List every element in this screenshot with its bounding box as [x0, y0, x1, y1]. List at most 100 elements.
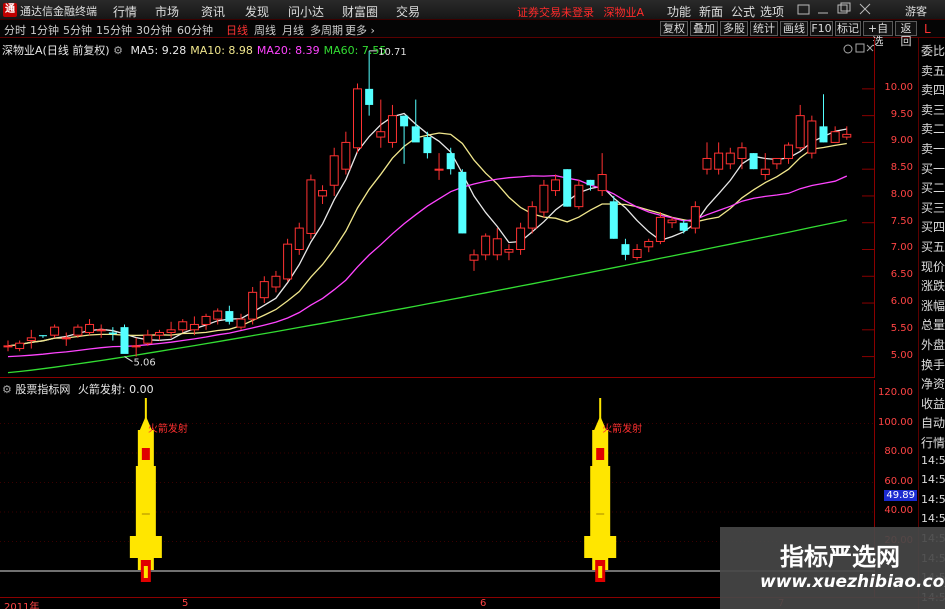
period-more[interactable]: 更多 › [345, 22, 375, 38]
period-5min[interactable]: 5分钟 [63, 22, 92, 38]
candle-body [469, 254, 479, 261]
quote-label[interactable]: 买一 [921, 160, 945, 177]
skin-icon[interactable] [797, 4, 810, 15]
candle-body [527, 206, 537, 229]
candle-body [166, 329, 176, 333]
period-fenshi[interactable]: 分时 [4, 22, 26, 38]
quote-label[interactable]: 卖二 [921, 120, 945, 137]
candlestick-chart[interactable]: 10.71 5.06 [0, 38, 875, 378]
quote-label[interactable]: 14:5 [921, 493, 945, 506]
restore-icon[interactable] [837, 2, 851, 14]
quote-label[interactable]: 涨跌 [921, 277, 945, 294]
quote-label[interactable]: 卖五 [921, 62, 945, 79]
candle-body [15, 342, 25, 350]
tongji-button[interactable]: 统计 [750, 21, 778, 36]
period-multi[interactable]: 多周期 [310, 22, 343, 38]
candle-body [702, 157, 712, 170]
menu-hangqing[interactable]: 行情 [113, 3, 137, 20]
candle-body [446, 153, 455, 170]
quote-side-panel: 委比卖五卖四卖三卖二卖一买一买二买三买四买五现价涨跌涨幅总量外盘换手净资收益自动… [918, 38, 945, 609]
menu-faxian[interactable]: 发现 [245, 3, 269, 20]
period-15min[interactable]: 15分钟 [96, 22, 132, 38]
huaxian-button[interactable]: 画线 [780, 21, 808, 36]
quote-label[interactable]: 买五 [921, 238, 945, 255]
candle-body [772, 157, 782, 165]
menu-shichang[interactable]: 市场 [155, 3, 179, 20]
period-daily[interactable]: 日线 [226, 22, 248, 38]
candle-body [376, 131, 386, 138]
duogu-button[interactable]: 多股 [720, 21, 748, 36]
f10-button[interactable]: F10 [810, 21, 833, 36]
quote-label[interactable]: 收益 [921, 395, 945, 412]
candle-body [574, 184, 584, 208]
menu-zixun[interactable]: 资讯 [201, 3, 225, 20]
watermark-title: 指标严选网 [780, 543, 900, 571]
candle-body [481, 235, 491, 256]
candle-body [108, 332, 117, 335]
quote-label[interactable]: 卖一 [921, 140, 945, 157]
period-30min[interactable]: 30分钟 [136, 22, 172, 38]
quote-label[interactable]: 14:5 [921, 454, 945, 467]
diejia-button[interactable]: 叠加 [690, 21, 718, 36]
guest-label[interactable]: 游客 [905, 3, 927, 19]
watermark-url: www.xuezhibiao.com [760, 572, 945, 592]
candle-body [213, 310, 223, 320]
quote-label[interactable]: 行情 [921, 434, 945, 451]
quote-label[interactable]: 买四 [921, 218, 945, 235]
candle-body [842, 133, 852, 138]
candle-body [189, 323, 199, 331]
period-60min[interactable]: 60分钟 [177, 22, 213, 38]
period-1min[interactable]: 1分钟 [30, 22, 59, 38]
fuquan-button[interactable]: 复权 [660, 21, 688, 36]
back-button[interactable]: 返回 [895, 21, 917, 48]
menu-jiaoyi[interactable]: 交易 [396, 3, 420, 20]
quote-label[interactable]: 换手 [921, 356, 945, 373]
high-price-label: 10.71 [378, 47, 407, 58]
menu-xuanxiang[interactable]: 选项 [760, 3, 784, 20]
price-tick: 5.00 [890, 349, 913, 361]
candle-body [539, 184, 549, 213]
menu-gongshi[interactable]: 公式 [731, 3, 755, 20]
close-icon[interactable] [859, 3, 871, 15]
candle-body [120, 327, 129, 354]
candle-body [26, 337, 36, 342]
rocket-signal-label: 火箭发射 [148, 422, 188, 435]
add-watchlist-button[interactable]: +自选 [863, 21, 893, 48]
biaoji-button[interactable]: 标记 [835, 21, 861, 36]
indicator-tick: 120.00 [878, 387, 913, 398]
candle-body [737, 147, 747, 159]
period-monthly[interactable]: 月线 [282, 22, 304, 38]
quote-label[interactable]: 总量 [921, 316, 945, 333]
candle-body [690, 206, 700, 229]
quote-label[interactable]: 买三 [921, 199, 945, 216]
rocket-fins [129, 536, 162, 558]
candle-body [318, 190, 328, 197]
menu-wenxiaoda[interactable]: 问小达 [288, 3, 324, 20]
quote-label[interactable]: 自动 [921, 414, 945, 431]
panel-letter-l[interactable]: L [924, 22, 931, 36]
candle-body [143, 334, 153, 344]
quote-label[interactable]: 14:5 [921, 512, 945, 525]
menu-xinmian[interactable]: 新面 [699, 3, 723, 20]
candle-body [294, 227, 304, 250]
candle-body [236, 318, 246, 328]
quote-label[interactable]: 委比 [921, 42, 945, 59]
quote-label[interactable]: 净资 [921, 375, 945, 392]
candle-body [819, 126, 828, 143]
quote-label[interactable]: 涨幅 [921, 297, 945, 314]
date-tick: 5 [182, 598, 189, 609]
menu-caifuquan[interactable]: 财富圈 [342, 3, 378, 20]
quote-label[interactable]: 买二 [921, 179, 945, 196]
candle-body [830, 131, 840, 143]
quote-label[interactable]: 14:5 [921, 473, 945, 486]
quote-label[interactable]: 现价 [921, 258, 945, 275]
candle-body [341, 141, 351, 170]
quote-label[interactable]: 卖四 [921, 81, 945, 98]
login-warning-text: 证券交易未登录 [517, 6, 594, 19]
login-warning[interactable]: 证券交易未登录 深物业A [517, 4, 644, 20]
period-weekly[interactable]: 周线 [254, 22, 276, 38]
menu-gongneng[interactable]: 功能 [667, 3, 691, 20]
candle-body [154, 331, 164, 336]
quote-label[interactable]: 卖三 [921, 101, 945, 118]
quote-label[interactable]: 外盘 [921, 336, 945, 353]
